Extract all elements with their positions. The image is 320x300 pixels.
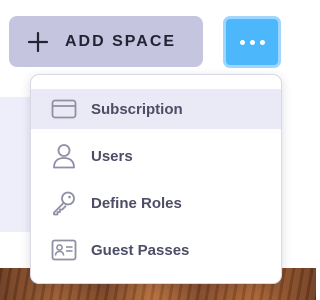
add-space-button[interactable]: ADD SPACE [9,16,203,67]
menu-item-users[interactable]: Users [31,136,281,176]
menu-item-label: Subscription [91,100,183,118]
plus-icon [27,31,49,52]
credit-card-icon [51,96,77,122]
user-icon [51,143,77,169]
id-card-icon [51,237,77,263]
dropdown-menu: Subscription Users Define Roles Guest Pa… [30,74,282,284]
menu-item-guest-passes[interactable]: Guest Passes [31,230,281,270]
key-icon [51,190,77,216]
add-space-label: ADD SPACE [65,32,177,50]
more-dots-icon [239,39,265,45]
menu-item-define-roles[interactable]: Define Roles [31,183,281,223]
menu-item-label: Users [91,147,133,165]
menu-item-label: Guest Passes [91,241,190,259]
menu-item-subscription[interactable]: Subscription [31,89,281,129]
menu-item-label: Define Roles [91,194,182,212]
more-options-button[interactable] [223,16,281,68]
